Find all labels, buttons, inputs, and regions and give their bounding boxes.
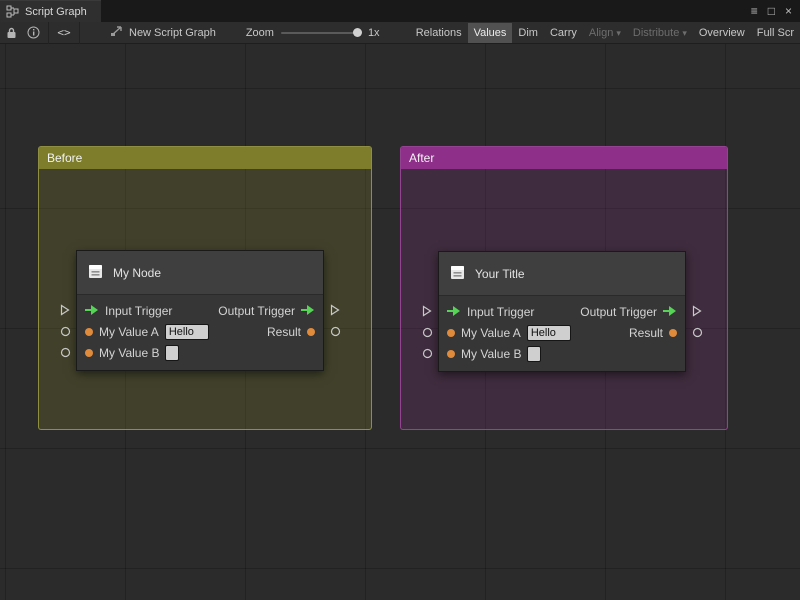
port-label: Result bbox=[267, 325, 301, 339]
graph-canvas[interactable]: Before bbox=[0, 44, 800, 600]
port-label: My Value B bbox=[99, 346, 159, 360]
port-row: My Value B bbox=[77, 342, 323, 363]
trigger-arrow-icon[interactable] bbox=[85, 304, 99, 318]
port-label: My Value A bbox=[461, 326, 521, 340]
port-row: My Value B bbox=[439, 343, 685, 364]
trigger-input-port[interactable] bbox=[421, 305, 433, 317]
node-icon bbox=[449, 264, 466, 284]
port-label: Input Trigger bbox=[105, 304, 172, 318]
node-title: Your Title bbox=[475, 267, 525, 281]
group-title: Before bbox=[47, 151, 82, 165]
tab-title: Script Graph bbox=[25, 6, 87, 18]
zoom-control: Zoom 1x bbox=[246, 27, 380, 39]
values-button[interactable]: Values bbox=[468, 23, 513, 43]
group-before-header[interactable]: Before bbox=[39, 147, 371, 169]
chevron-down-icon: ▾ bbox=[616, 28, 621, 38]
zoom-slider[interactable] bbox=[281, 32, 361, 34]
trigger-arrow-icon[interactable] bbox=[301, 304, 315, 318]
code-icon[interactable]: <> bbox=[53, 22, 75, 44]
value-output-port[interactable] bbox=[329, 325, 341, 337]
align-dropdown: Align▾ bbox=[583, 23, 627, 43]
port-label: Output Trigger bbox=[218, 304, 295, 318]
port-label: Result bbox=[629, 326, 663, 340]
value-input-port[interactable] bbox=[421, 326, 433, 338]
distribute-dropdown: Distribute▾ bbox=[627, 23, 693, 43]
chevron-down-icon: ▾ bbox=[682, 28, 687, 38]
value-a-field[interactable] bbox=[527, 325, 571, 341]
group-after-header[interactable]: After bbox=[401, 147, 727, 169]
port-row: Input Trigger Output Trigger bbox=[439, 301, 685, 322]
node-your-title[interactable]: Your Title Input Trigger Output Trigger bbox=[438, 251, 686, 372]
group-after[interactable]: After bbox=[400, 146, 728, 430]
port-row: My Value A Result bbox=[439, 322, 685, 343]
script-graph-tab-icon bbox=[6, 5, 19, 18]
toolbar-buttons: Relations Values Dim Carry Align▾ Distri… bbox=[410, 23, 800, 43]
script-graph-asset-icon bbox=[110, 25, 124, 40]
trigger-output-port[interactable] bbox=[329, 304, 341, 316]
value-input-port[interactable] bbox=[421, 347, 433, 359]
trigger-output-port[interactable] bbox=[691, 305, 703, 317]
value-output-port[interactable] bbox=[691, 326, 703, 338]
trigger-arrow-icon[interactable] bbox=[447, 305, 461, 319]
info-icon[interactable] bbox=[22, 22, 44, 44]
value-port-icon[interactable] bbox=[85, 349, 93, 357]
node-my-node[interactable]: My Node Input Trigger Output Trigger bbox=[76, 250, 324, 371]
trigger-arrow-icon[interactable] bbox=[663, 305, 677, 319]
port-row: My Value A Result bbox=[77, 321, 323, 342]
value-b-field[interactable] bbox=[527, 346, 541, 362]
node-body: Input Trigger Output Trigger My Value A bbox=[77, 295, 323, 370]
toolbar-separator bbox=[79, 22, 80, 44]
node-icon bbox=[87, 263, 104, 283]
window-menu-icon[interactable]: ≡ bbox=[751, 4, 758, 18]
group-title: After bbox=[409, 151, 434, 165]
node-body: Input Trigger Output Trigger My Value A bbox=[439, 296, 685, 371]
new-script-graph-field[interactable]: New Script Graph bbox=[110, 25, 216, 40]
value-b-field[interactable] bbox=[165, 345, 179, 361]
fullscreen-button[interactable]: Full Scr bbox=[751, 23, 800, 43]
trigger-input-port[interactable] bbox=[59, 304, 71, 316]
window-maximize-icon[interactable]: □ bbox=[768, 4, 775, 18]
port-label: Output Trigger bbox=[580, 305, 657, 319]
window-close-icon[interactable]: × bbox=[785, 4, 792, 18]
relations-button[interactable]: Relations bbox=[410, 23, 468, 43]
overview-button[interactable]: Overview bbox=[693, 23, 751, 43]
node-title: My Node bbox=[113, 266, 161, 280]
value-port-icon[interactable] bbox=[307, 328, 315, 336]
port-label: My Value B bbox=[461, 347, 521, 361]
zoom-slider-thumb[interactable] bbox=[353, 28, 362, 37]
tab-bar: Script Graph ≡ □ × bbox=[0, 0, 800, 22]
graph-toolbar: <> New Script Graph Zoom 1x Relations Va… bbox=[0, 22, 800, 44]
tab-script-graph[interactable]: Script Graph bbox=[0, 0, 101, 22]
value-a-field[interactable] bbox=[165, 324, 209, 340]
value-port-icon[interactable] bbox=[669, 329, 677, 337]
value-port-icon[interactable] bbox=[447, 350, 455, 358]
carry-button[interactable]: Carry bbox=[544, 23, 583, 43]
value-input-port[interactable] bbox=[59, 325, 71, 337]
window-controls: ≡ □ × bbox=[751, 0, 800, 22]
lock-icon[interactable] bbox=[0, 22, 22, 44]
toolbar-separator bbox=[48, 22, 49, 44]
node-header[interactable]: My Node bbox=[77, 251, 323, 295]
zoom-value: 1x bbox=[368, 27, 380, 39]
node-header[interactable]: Your Title bbox=[439, 252, 685, 296]
zoom-label: Zoom bbox=[246, 27, 274, 39]
port-label: My Value A bbox=[99, 325, 159, 339]
group-before[interactable]: Before bbox=[38, 146, 372, 430]
value-input-port[interactable] bbox=[59, 346, 71, 358]
port-row: Input Trigger Output Trigger bbox=[77, 300, 323, 321]
value-port-icon[interactable] bbox=[447, 329, 455, 337]
port-label: Input Trigger bbox=[467, 305, 534, 319]
value-port-icon[interactable] bbox=[85, 328, 93, 336]
dim-button[interactable]: Dim bbox=[512, 23, 544, 43]
new-script-graph-label: New Script Graph bbox=[129, 27, 216, 39]
